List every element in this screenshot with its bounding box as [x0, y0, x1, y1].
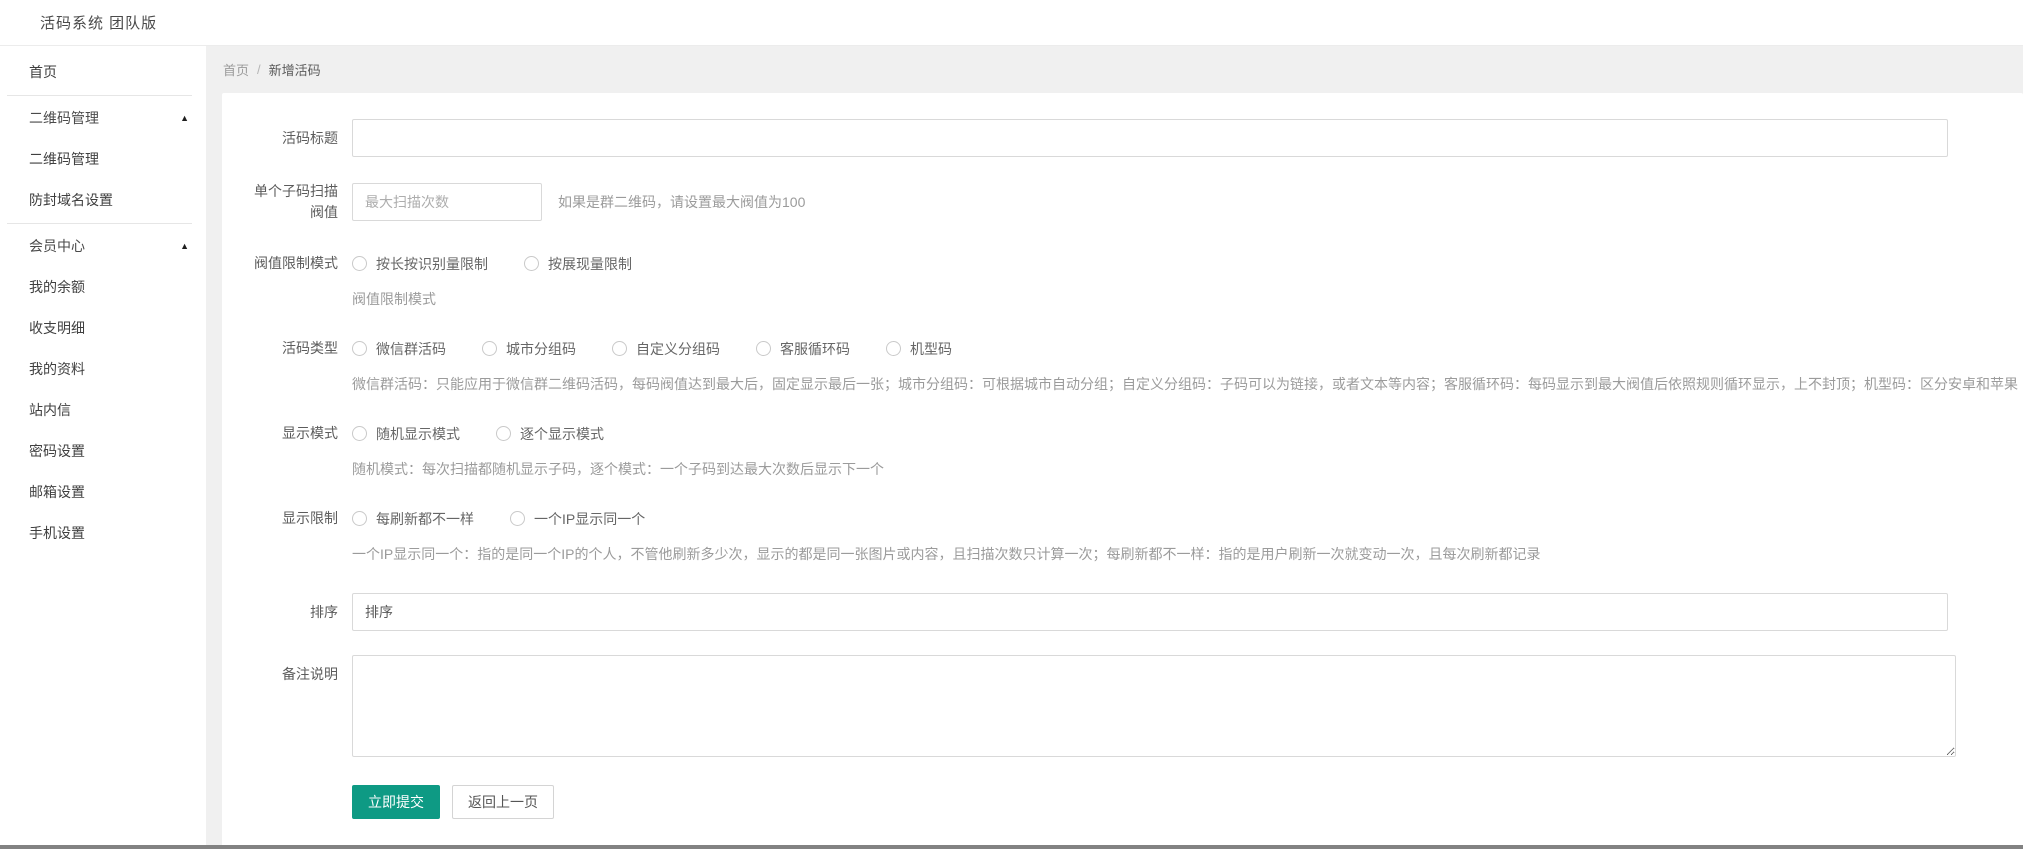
code-type-label: 活码类型	[252, 338, 338, 359]
radio-circle-icon	[612, 341, 627, 356]
sidebar-item-home[interactable]: 首页	[0, 52, 206, 93]
radio-custom-group-code[interactable]: 自定义分组码	[612, 339, 720, 359]
sidebar-group-member-center[interactable]: 会员中心 ▲	[0, 226, 206, 267]
display-limit-hint: 一个IP显示同一个：指的是同一个IP的个人，不管他刷新多少次，显示的都是同一张图…	[352, 545, 1540, 563]
form-row-sort: 排序	[252, 593, 2023, 631]
sidebar-item-income-detail[interactable]: 收支明细	[0, 308, 206, 349]
form-row-limit-mode: 阀值限制模式 按长按识别量限制 按展现量限制 阀值限制模式	[252, 253, 2023, 308]
form-row-title: 活码标题	[252, 119, 2023, 157]
submit-button[interactable]: 立即提交	[352, 785, 440, 819]
form-row-display-mode: 显示模式 随机显示模式 逐个显示模式 随机模式：每次扫描都随机显示子码，逐个模式…	[252, 423, 2023, 478]
sort-label: 排序	[252, 602, 338, 623]
chevron-up-icon: ▲	[180, 98, 189, 139]
radio-circle-icon	[756, 341, 771, 356]
form-actions: 立即提交 返回上一页	[352, 785, 2023, 819]
chevron-up-icon: ▲	[180, 226, 189, 267]
radio-circle-icon	[352, 256, 367, 271]
app-header: 活码系统 团队版	[0, 0, 2023, 46]
breadcrumb-home-link[interactable]: 首页	[223, 60, 249, 79]
radio-circle-icon	[886, 341, 901, 356]
sidebar-group-label: 二维码管理	[29, 110, 99, 126]
breadcrumb-current: 新增活码	[269, 60, 321, 79]
sidebar-group-label: 会员中心	[29, 238, 85, 254]
title-input[interactable]	[352, 119, 1948, 157]
sidebar-item-my-profile[interactable]: 我的资料	[0, 349, 206, 390]
display-mode-hint: 随机模式：每次扫描都随机显示子码，逐个模式：一个子码到达最大次数后显示下一个	[352, 460, 884, 478]
display-mode-label: 显示模式	[252, 423, 338, 444]
sidebar-item-site-message[interactable]: 站内信	[0, 390, 206, 431]
form-row-display-limit: 显示限制 每刷新都不一样 一个IP显示同一个 一个IP显示同一个：指的是同一个I…	[252, 508, 2023, 563]
new-livecode-form-card: 活码标题 单个子码扫描阀值 如果是群二维码，请设置最大阀值为100 阀值限制模式	[222, 93, 2023, 845]
main-content: 首页 / 新增活码 活码标题 单个子码扫描阀值 如果是群二维码，请设置最大阀值为…	[206, 46, 2023, 845]
radio-device-model-code[interactable]: 机型码	[886, 339, 952, 359]
sidebar-group-qrcode-management[interactable]: 二维码管理 ▲	[0, 98, 206, 139]
limit-mode-hint: 阀值限制模式	[352, 290, 668, 308]
threshold-input[interactable]	[352, 183, 542, 221]
radio-limit-by-display[interactable]: 按展现量限制	[524, 254, 632, 274]
remark-textarea[interactable]	[352, 655, 1956, 757]
radio-different-each-refresh[interactable]: 每刷新都不一样	[352, 509, 474, 529]
radio-limit-by-longpress[interactable]: 按长按识别量限制	[352, 254, 488, 274]
breadcrumb-separator: /	[257, 62, 261, 77]
threshold-label: 单个子码扫描阀值	[252, 181, 338, 223]
sidebar-item-qrcode-management[interactable]: 二维码管理	[0, 139, 206, 180]
threshold-hint: 如果是群二维码，请设置最大阀值为100	[558, 192, 805, 212]
sidebar-item-email-settings[interactable]: 邮箱设置	[0, 472, 206, 513]
title-label: 活码标题	[252, 128, 338, 149]
radio-circle-icon	[352, 341, 367, 356]
sort-input[interactable]	[352, 593, 1948, 631]
radio-city-group-code[interactable]: 城市分组码	[482, 339, 576, 359]
sidebar: 首页 二维码管理 ▲ 二维码管理 防封域名设置 会员中心 ▲ 我的余额 收支明细…	[0, 46, 206, 845]
app-logo: 活码系统 团队版	[0, 12, 157, 33]
radio-circle-icon	[352, 426, 367, 441]
sidebar-item-password-settings[interactable]: 密码设置	[0, 431, 206, 472]
sidebar-divider	[7, 95, 192, 96]
radio-circle-icon	[482, 341, 497, 356]
sidebar-divider	[7, 223, 192, 224]
bottom-window-edge	[0, 845, 2023, 849]
back-button[interactable]: 返回上一页	[452, 785, 554, 819]
sidebar-item-phone-settings[interactable]: 手机设置	[0, 513, 206, 554]
radio-circle-icon	[496, 426, 511, 441]
radio-wechat-group-code[interactable]: 微信群活码	[352, 339, 446, 359]
radio-sequential-display-mode[interactable]: 逐个显示模式	[496, 424, 604, 444]
form-row-code-type: 活码类型 微信群活码 城市分组码 自定义分组码	[252, 338, 2023, 393]
sidebar-item-my-balance[interactable]: 我的余额	[0, 267, 206, 308]
form-row-remark: 备注说明	[252, 655, 2023, 757]
radio-service-loop-code[interactable]: 客服循环码	[756, 339, 850, 359]
radio-circle-icon	[510, 511, 525, 526]
sidebar-item-antiblock-domain[interactable]: 防封域名设置	[0, 180, 206, 221]
limit-mode-label: 阀值限制模式	[252, 253, 338, 274]
code-type-hint: 微信群活码：只能应用于微信群二维码活码，每码阀值达到最大后，固定显示最后一张；城…	[352, 375, 2018, 393]
radio-circle-icon	[524, 256, 539, 271]
radio-random-display-mode[interactable]: 随机显示模式	[352, 424, 460, 444]
form-row-threshold: 单个子码扫描阀值 如果是群二维码，请设置最大阀值为100	[252, 181, 2023, 223]
display-limit-label: 显示限制	[252, 508, 338, 529]
remark-label: 备注说明	[252, 655, 338, 685]
breadcrumb: 首页 / 新增活码	[206, 46, 2023, 93]
radio-same-ip-same-code[interactable]: 一个IP显示同一个	[510, 509, 645, 529]
radio-circle-icon	[352, 511, 367, 526]
